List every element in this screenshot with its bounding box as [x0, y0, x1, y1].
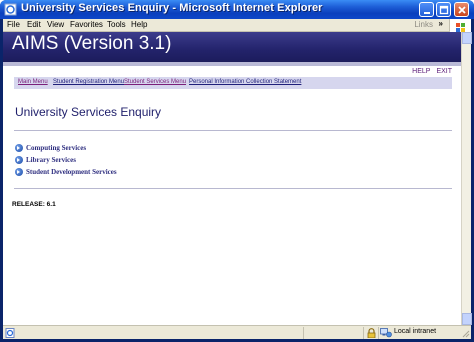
links-chevron[interactable]: »: [439, 19, 443, 28]
banner-title: AIMS (Version 3.1): [12, 33, 172, 54]
service-link-student-development[interactable]: Student Development Services: [26, 168, 117, 176]
nav-bar: Main Menu Student Registration Menu Stud…: [14, 77, 452, 89]
security-zone-label: Local intranet: [394, 328, 437, 335]
page-viewport: AIMS (Version 3.1) HELP EXIT Main Menu St…: [3, 32, 461, 325]
title-bar[interactable]: University Services Enquiry - Microsoft …: [0, 0, 474, 19]
menu-help[interactable]: Help: [131, 20, 147, 29]
arrow-bullet-icon: [15, 144, 23, 152]
arrow-bullet-icon: [15, 156, 23, 164]
windows-logo-icon: [449, 19, 471, 32]
service-link-computing[interactable]: Computing Services: [26, 144, 86, 152]
maximize-button[interactable]: [436, 2, 451, 17]
arrow-bullet-icon: [15, 168, 23, 176]
menu-tools[interactable]: Tools: [107, 20, 126, 29]
scroll-up-button[interactable]: [462, 32, 472, 44]
window-title: University Services Enquiry - Microsoft …: [21, 2, 323, 14]
status-separator: [378, 327, 379, 339]
minimize-icon: [424, 12, 430, 14]
links-toolbar-label[interactable]: Links: [414, 20, 433, 29]
release-text: RELEASE: 6.1: [12, 201, 56, 208]
help-link[interactable]: HELP: [412, 68, 430, 75]
browser-window: University Services Enquiry - Microsoft …: [0, 0, 474, 342]
menu-favorites[interactable]: Favorites: [70, 20, 103, 29]
menu-view[interactable]: View: [47, 20, 64, 29]
close-icon: [458, 6, 466, 14]
menu-bar: File Edit View Favorites Tools Help Link…: [3, 19, 471, 32]
service-link-library[interactable]: Library Services: [26, 156, 76, 164]
resize-grip-icon[interactable]: [461, 329, 470, 338]
status-separator: [363, 327, 364, 339]
page-title: University Services Enquiry: [15, 105, 162, 119]
menu-file[interactable]: File: [7, 20, 20, 29]
vertical-scrollbar[interactable]: [461, 32, 472, 325]
scroll-down-button[interactable]: [462, 313, 472, 325]
minimize-button[interactable]: [419, 2, 434, 17]
nav-main-menu[interactable]: Main Menu: [18, 79, 48, 85]
close-button[interactable]: [454, 2, 469, 17]
lock-icon: [367, 328, 376, 338]
divider: [14, 130, 452, 131]
banner-stripe: [3, 62, 461, 66]
page-done-icon: [5, 328, 15, 338]
nav-student-registration-menu[interactable]: Student Registration Menu: [53, 79, 124, 85]
status-separator: [303, 327, 304, 339]
aims-banner: AIMS (Version 3.1): [3, 32, 461, 62]
intranet-zone-icon: [380, 328, 392, 338]
exit-link[interactable]: EXIT: [436, 68, 452, 75]
top-links: HELP EXIT: [406, 68, 452, 75]
nav-student-services-menu[interactable]: Student Services Menu: [124, 79, 186, 85]
maximize-icon: [439, 5, 449, 15]
status-bar: Local intranet: [3, 325, 471, 339]
nav-personal-information-collection-statement[interactable]: Personal Information Collection Statemen…: [189, 79, 301, 85]
ie-page-icon: [4, 3, 17, 16]
divider: [14, 188, 452, 189]
menu-edit[interactable]: Edit: [27, 20, 41, 29]
